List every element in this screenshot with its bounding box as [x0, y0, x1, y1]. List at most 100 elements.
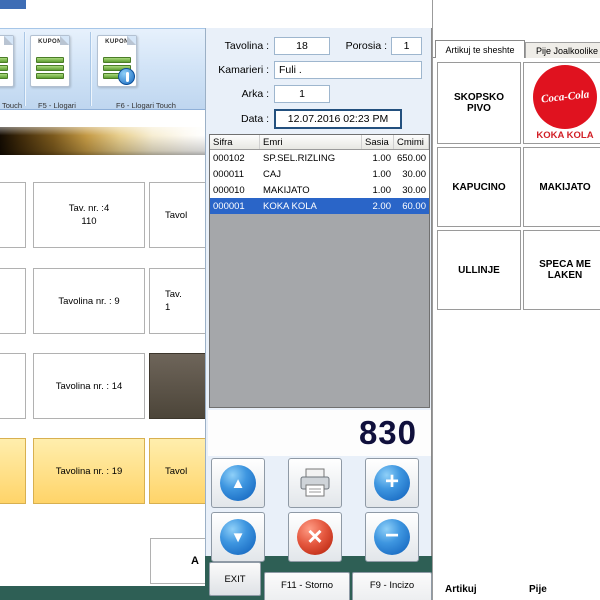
arka-field[interactable]: 1 — [274, 85, 330, 103]
total-value: 830 — [359, 414, 417, 452]
kupon-caption: KUPON — [98, 39, 136, 45]
product-button-koka-kola[interactable]: Coca-Cola KOKA KOLA — [523, 62, 600, 144]
item-name: CAJ — [260, 169, 362, 180]
table-button-partial[interactable] — [0, 182, 26, 248]
table-button-14[interactable]: Tavolina nr. : 14 — [33, 353, 145, 419]
move-up-button[interactable]: ▲ — [211, 458, 265, 508]
data-field[interactable]: 12.07.2016 02:23 PM — [274, 109, 402, 129]
up-arrow-icon: ▲ — [220, 465, 256, 501]
item-code: 000102 — [210, 153, 260, 164]
table-button-19[interactable]: Tavolina nr. : 19 — [33, 438, 145, 504]
table-button-label: Tavolina nr. : 9 — [58, 296, 119, 307]
exit-label: EXIT — [224, 574, 245, 585]
kamarieri-value: Fuli . — [279, 64, 302, 76]
table-button-partial[interactable] — [0, 353, 26, 419]
porosia-field[interactable]: 1 — [391, 37, 422, 55]
brand-script: Coca-Cola — [540, 89, 589, 106]
product-button-makijato[interactable]: MAKIJATO — [523, 147, 600, 227]
grid-column-sasia: Sasia — [362, 135, 394, 149]
tab-pije-joalkoolike[interactable]: Pije Joalkoolike — [525, 42, 600, 58]
incizo-button[interactable]: F9 - Incizo — [352, 572, 432, 600]
footer-tab-pije[interactable]: Pije — [529, 584, 547, 595]
table-button-label: Tav. — [165, 289, 182, 300]
table-button-label: Tavol — [165, 210, 187, 221]
bottom-bar — [0, 586, 206, 600]
table-button-partial[interactable] — [0, 438, 26, 504]
order-grid: Sifra Emri Sasia Cmimi 000102 SP.SEL.RIZ… — [209, 134, 430, 408]
total-display: 830 — [208, 410, 431, 456]
order-line-item-selected[interactable]: 000001 KOKA KOLA 2.00 60.00 — [210, 198, 429, 214]
table-button-label: Tavolina nr. : 19 — [56, 466, 123, 477]
ribbon-group-f5-label: F5 - Llogari — [26, 101, 88, 110]
product-label: SPECA ME LAKEN — [528, 259, 600, 281]
porosia-value: 1 — [404, 40, 410, 52]
item-price: 30.00 — [394, 169, 429, 180]
add-item-button[interactable]: + — [365, 458, 419, 508]
down-arrow-icon: ▼ — [220, 519, 256, 555]
item-code: 000010 — [210, 185, 260, 196]
item-name: SP.SEL.RIZLING — [260, 153, 362, 164]
touch-icon — [118, 68, 135, 85]
product-label: KAPUCINO — [452, 182, 505, 193]
money-icon — [0, 55, 8, 79]
incizo-label: F9 - Incizo — [370, 580, 414, 591]
product-label: SKOPSKO PIVO — [442, 92, 516, 114]
product-label: KOKA KOLA — [536, 130, 593, 141]
money-icon — [36, 55, 64, 79]
table-button-9[interactable]: Tavolina nr. : 9 — [33, 268, 145, 334]
cancel-button[interactable]: × — [288, 512, 342, 562]
ribbon-separator — [90, 32, 91, 106]
product-label: ULLINJE — [458, 265, 500, 276]
order-line-item[interactable]: 000102 SP.SEL.RIZLING 1.00 650.00 — [210, 150, 429, 166]
minus-icon: − — [374, 519, 410, 555]
grid-header: Sifra Emri Sasia Cmimi — [210, 135, 429, 150]
move-down-button[interactable]: ▼ — [211, 512, 265, 562]
product-button-kapucino[interactable]: KAPUCINO — [437, 147, 521, 227]
kamarieri-field[interactable]: Fuli . — [274, 61, 422, 79]
item-qty: 1.00 — [362, 153, 394, 164]
exit-button[interactable]: EXIT — [209, 562, 261, 596]
storno-button[interactable]: F11 - Storno — [264, 572, 350, 600]
coupon-button-partial[interactable] — [0, 35, 14, 87]
data-value: 12.07.2016 02:23 PM — [288, 113, 388, 125]
cancel-icon: × — [297, 519, 333, 555]
item-price: 60.00 — [394, 201, 429, 212]
arka-value: 1 — [299, 88, 305, 100]
tab-artikuj-te-sheshte[interactable]: Artikuj te sheshte — [435, 40, 525, 58]
table-button-sublabel: 110 — [81, 216, 96, 227]
coca-cola-logo: Coca-Cola — [533, 65, 597, 129]
pos-screen: KUPON KUPON Touch F5 - Llogari F6 - Llog… — [0, 0, 600, 600]
ribbon-separator — [24, 32, 25, 106]
print-button[interactable] — [288, 458, 342, 508]
coupon-button-f5[interactable]: KUPON — [30, 35, 70, 87]
table-button-4[interactable]: Tav. nr. :4 110 — [33, 182, 145, 248]
grid-column-cmimi: Cmimi — [394, 135, 429, 149]
tavolina-label: Tavolina : — [206, 40, 269, 52]
item-code: 000011 — [210, 169, 260, 180]
arka-label: Arka : — [206, 88, 269, 100]
product-button-speca-me-laken[interactable]: SPECA ME LAKEN — [523, 230, 600, 310]
table-button-label: Tav. nr. :4 — [69, 203, 109, 214]
item-name: MAKIJATO — [260, 185, 362, 196]
item-price: 30.00 — [394, 185, 429, 196]
table-button-label: Tavol — [165, 466, 187, 477]
item-qty: 1.00 — [362, 185, 394, 196]
item-code: 000001 — [210, 201, 260, 212]
order-panel: Tavolina : 18 Porosia : 1 Kamarieri : Fu… — [205, 28, 432, 556]
order-line-item[interactable]: 000010 MAKIJATO 1.00 30.00 — [210, 182, 429, 198]
kamarieri-label: Kamarieri : — [206, 64, 269, 76]
product-button-skopsko-pivo[interactable]: SKOPSKO PIVO — [437, 62, 521, 144]
bottom-partial-label: A — [191, 555, 199, 567]
remove-item-button[interactable]: − — [365, 512, 419, 562]
product-button-ullinje[interactable]: ULLINJE — [437, 230, 521, 310]
coupon-touch-button-f6[interactable]: KUPON — [97, 35, 137, 87]
tavolina-field[interactable]: 18 — [274, 37, 330, 55]
articles-panel: Artikuj te sheshte Pije Joalkoolike SKOP… — [432, 0, 600, 600]
order-line-item[interactable]: 000011 CAJ 1.00 30.00 — [210, 166, 429, 182]
table-button-sublabel: 1 — [165, 302, 170, 313]
footer-tab-artikuj[interactable]: Artikuj — [445, 584, 477, 595]
printer-icon — [298, 468, 332, 498]
ribbon-group-touch-label: Touch — [0, 101, 24, 110]
storno-label: F11 - Storno — [281, 580, 333, 591]
table-button-partial[interactable] — [0, 268, 26, 334]
